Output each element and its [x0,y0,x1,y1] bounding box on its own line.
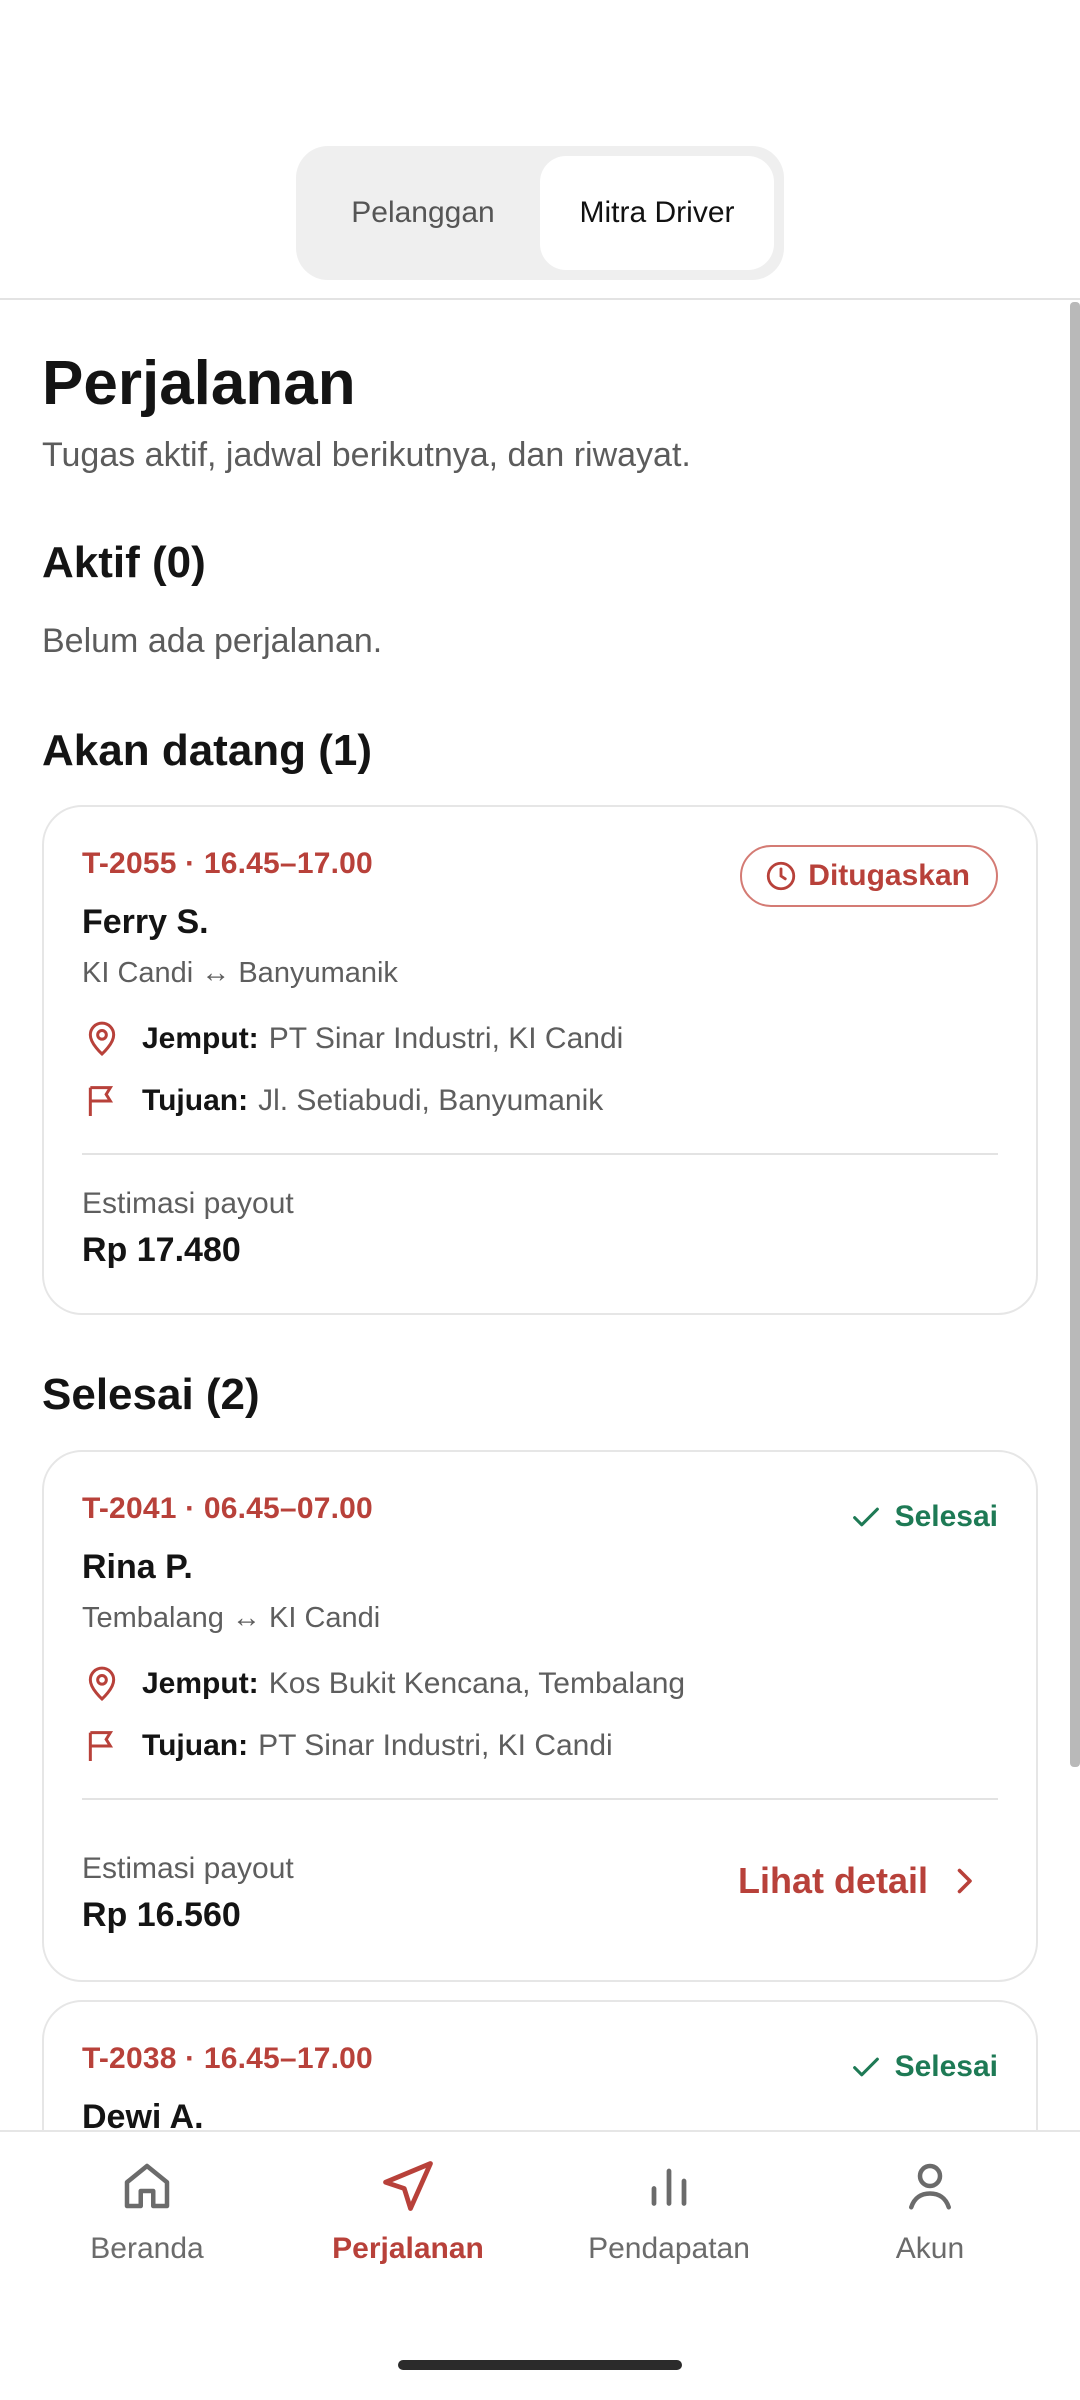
passenger-name: Dewi A. [82,2098,204,2130]
home-indicator[interactable] [398,2360,682,2370]
scrollbar[interactable] [1070,302,1080,1767]
active-empty-text: Belum ada perjalanan. [42,622,383,660]
section-title-active: Aktif (0) [42,538,206,587]
tab-pelanggan[interactable]: Pelanggan [306,156,540,270]
trip-card-done[interactable]: T-2038 · 16.45–17.00 Selesai Dewi A. [42,2000,1038,2130]
pickup-label: Jemput: [142,1022,259,1055]
check-icon [852,2057,879,2077]
page-subtitle: Tugas aktif, jadwal berikutnya, dan riwa… [42,436,691,474]
status-badge-done: Selesai [849,1500,998,1534]
bar-chart-icon [651,2168,687,2206]
trip-code: T-2038 · 16.45–17.00 [82,2042,373,2075]
pickup-row: Jemput: Kos Bukit Kencana, Tembalang [82,1664,685,1704]
pickup-label: Jemput: [142,1667,259,1700]
trip-list-scroll[interactable]: Perjalanan Tugas aktif, jadwal berikutny… [0,300,1080,2130]
trip-code: T-2041 · 06.45–07.00 [82,1492,373,1525]
card-divider [82,1798,998,1800]
home-icon [124,2163,170,2209]
trip-card-upcoming[interactable]: T-2055 · 16.45–17.00 Ditugaskan Ferry S.… [42,805,1038,1315]
section-title-done: Selesai (2) [42,1370,260,1419]
nav-item-akun[interactable]: Akun [800,2156,1060,2266]
card-divider [82,1153,998,1155]
trip-route: Tembalang ↔ KI Candi [82,1602,381,1634]
role-switcher: Pelanggan Mitra Driver [296,146,784,280]
view-detail-link[interactable]: Lihat detail [738,1860,982,1902]
nav-item-beranda[interactable]: Beranda [17,2156,277,2266]
check-icon [852,1507,879,1527]
status-label: Selesai [894,1500,998,1533]
destination-row: Tujuan: PT Sinar Industri, KI Candi [82,1726,613,1766]
payout-label: Estimasi payout [82,1187,294,1220]
payout-value: Rp 16.560 [82,1896,241,1934]
destination-value: PT Sinar Industri, KI Candi [258,1729,613,1762]
passenger-name: Ferry S. [82,903,209,941]
payout-value: Rp 17.480 [82,1231,241,1269]
trip-card-done[interactable]: T-2041 · 06.45–07.00 Selesai Rina P. Tem… [42,1450,1038,1982]
flag-icon [88,1086,114,1116]
page-title: Perjalanan [42,349,356,418]
destination-value: Jl. Setiabudi, Banyumanik [258,1084,604,1117]
map-pin-icon [88,1021,116,1057]
payout-label: Estimasi payout [82,1852,294,1885]
flag-icon [88,1731,114,1761]
map-pin-icon [88,1666,116,1702]
top-bar: Pelanggan Mitra Driver [0,0,1080,300]
nav-item-pendapatan[interactable]: Pendapatan [539,2156,799,2266]
status-badge-assigned: Ditugaskan [740,845,998,907]
status-label: Ditugaskan [808,859,970,892]
chevron-right-icon [957,1868,972,1894]
trip-code: T-2055 · 16.45–17.00 [82,847,373,880]
pickup-value: Kos Bukit Kencana, Tembalang [268,1667,686,1700]
view-detail-label: Lihat detail [737,1860,928,1901]
nav-label: Beranda [90,2232,204,2265]
destination-row: Tujuan: Jl. Setiabudi, Banyumanik [82,1081,603,1121]
navigation-arrow-icon [383,2161,433,2211]
section-title-upcoming: Akan datang (1) [42,726,373,775]
nav-label: Akun [895,2232,965,2265]
passenger-name: Rina P. [82,1548,193,1586]
user-icon [909,2163,951,2210]
clock-icon [767,861,796,891]
destination-label: Tujuan: [142,1084,249,1117]
trip-route: KI Candi ↔ Banyumanik [82,957,398,989]
pickup-row: Jemput: PT Sinar Industri, KI Candi [82,1019,623,1059]
status-badge-done: Selesai [849,2050,998,2084]
destination-label: Tujuan: [142,1729,249,1762]
nav-label: Perjalanan [332,2232,484,2265]
nav-item-perjalanan[interactable]: Perjalanan [278,2156,538,2266]
tab-mitra-driver[interactable]: Mitra Driver [540,156,774,270]
nav-label: Pendapatan [588,2232,750,2265]
pickup-value: PT Sinar Industri, KI Candi [268,1022,624,1055]
status-label: Selesai [894,2050,998,2083]
